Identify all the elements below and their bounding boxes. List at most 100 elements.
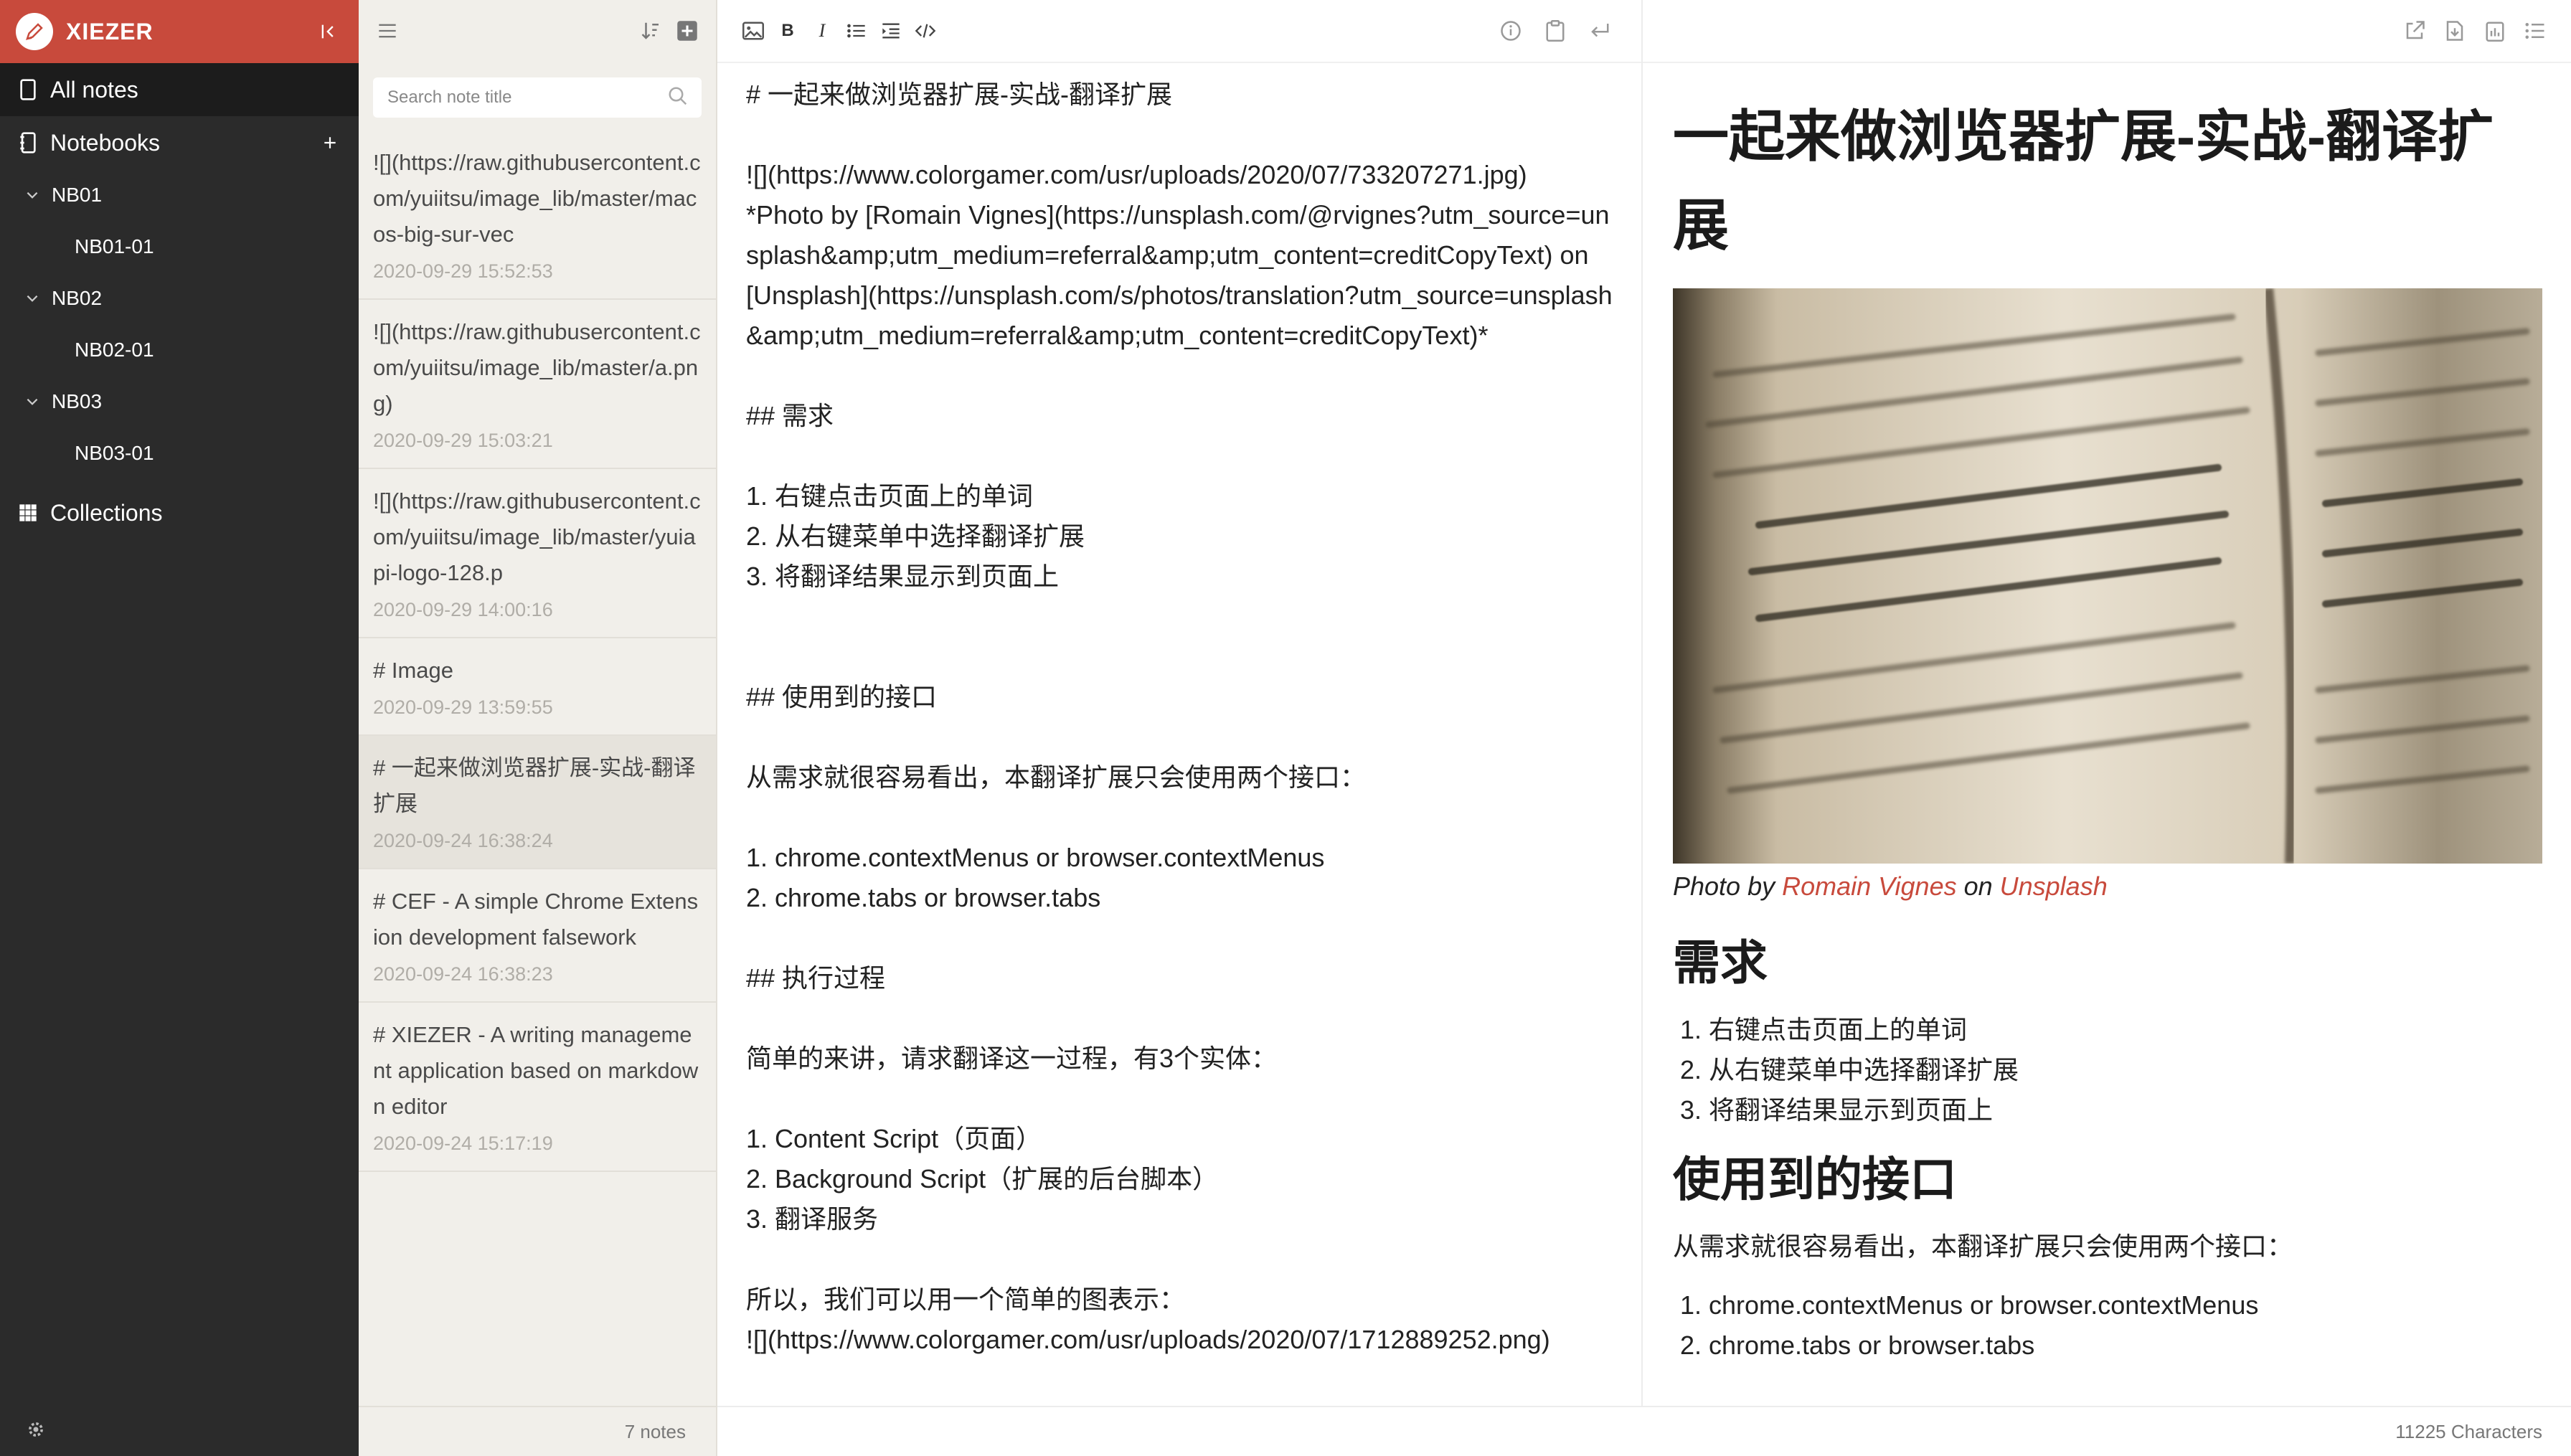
list-item[interactable]: ![](https://raw.githubusercontent.com/yu… (359, 300, 716, 469)
editor-line: 从需求就很容易看出，本翻译扩展只会使用两个接口： (746, 762, 1367, 792)
sort-icon[interactable] (637, 16, 666, 45)
editor-blank-line (746, 436, 1613, 476)
stats-icon[interactable] (2481, 16, 2509, 45)
editor-line: 3. 翻译服务 (746, 1204, 879, 1234)
editor-blank-line (746, 356, 1613, 396)
notebook-nb02[interactable]: NB02 (0, 273, 359, 324)
sidebar-item-notebooks[interactable]: Notebooks (0, 116, 359, 169)
note-title: ![](https://raw.githubusercontent.com/yu… (373, 150, 701, 247)
editor-line: 2. 从右键菜单中选择翻译扩展 (746, 521, 1085, 551)
notebook-nb01[interactable]: NB01 (0, 169, 359, 221)
preview-panel: 一起来做浏览器扩展-实战-翻译扩展 Photo by Romain Vignes… (1643, 0, 2571, 1456)
note-title: # XIEZER - A writing management applicat… (373, 1022, 699, 1119)
list-item: 右键点击页面上的单词 (1709, 1010, 2541, 1050)
caption-mid: on (1956, 871, 2000, 901)
notebook-label: NB03 (52, 390, 103, 412)
interfaces-list: chrome.contextMenus or browser.contextMe… (1673, 1285, 2541, 1366)
menu-icon[interactable] (373, 16, 402, 45)
indent-icon[interactable] (877, 16, 905, 45)
bold-icon[interactable]: B (773, 16, 802, 45)
note-list-panel: ![](https://raw.githubusercontent.com/yu… (359, 0, 717, 1456)
add-notebook-icon[interactable] (317, 130, 343, 156)
notebook-label: NB02-01 (75, 339, 154, 361)
list-item: chrome.contextMenus or browser.contextMe… (1709, 1285, 2541, 1325)
notebooks-label: Notebooks (50, 129, 160, 156)
return-icon[interactable] (1585, 16, 1614, 45)
italic-icon[interactable]: I (808, 16, 836, 45)
add-note-icon[interactable] (673, 16, 702, 45)
chevron-down-icon[interactable] (22, 184, 43, 206)
app-window: XIEZER All notes Notebooks NB01 NB01-01 … (0, 0, 2571, 1456)
list-item-selected[interactable]: # 一起来做浏览器扩展-实战-翻译扩展 2020-09-24 16:38:24 (359, 736, 716, 869)
code-icon[interactable] (911, 16, 940, 45)
chevron-down-icon[interactable] (22, 391, 43, 412)
image-icon[interactable] (739, 16, 768, 45)
heading-interfaces: 使用到的接口 (1673, 1153, 1957, 1206)
note-title: ![](https://raw.githubusercontent.com/yu… (373, 488, 701, 585)
notebook-nb02-01[interactable]: NB02-01 (0, 324, 359, 376)
pen-logo-icon (16, 13, 53, 50)
note-list-toolbar (359, 0, 716, 62)
notebook-icon (16, 131, 40, 155)
editor-blank-line (746, 918, 1613, 958)
bullet-list-icon[interactable] (842, 16, 871, 45)
list-item[interactable]: # Image 2020-09-29 13:59:55 (359, 638, 716, 736)
editor-blank-line (746, 717, 1613, 757)
editor-blank-line (746, 597, 1613, 637)
grid-icon (16, 501, 40, 525)
preview-content: 一起来做浏览器扩展-实战-翻译扩展 Photo by Romain Vignes… (1643, 63, 2571, 1366)
editor-line: 1. 右键点击页面上的单词 (746, 481, 1034, 511)
preview-title: 一起来做浏览器扩展-实战-翻译扩展 (1673, 105, 2494, 257)
sidebar: XIEZER All notes Notebooks NB01 NB01-01 … (0, 0, 359, 1456)
info-icon[interactable] (1496, 16, 1525, 45)
editor-blank-line (746, 1079, 1613, 1119)
editor-line: 2. Background Script（扩展的后台脚本） (746, 1164, 1219, 1193)
toc-icon[interactable] (2521, 16, 2549, 45)
note-title: # Image (373, 658, 454, 683)
interfaces-intro: 从需求就很容易看出，本翻译扩展只会使用两个接口： (1673, 1232, 2293, 1261)
editor-toolbar: B I (717, 0, 1641, 63)
list-item[interactable]: # XIEZER - A writing management applicat… (359, 1003, 716, 1172)
dictionary-photo (1673, 288, 2542, 864)
editor-line: ## 执行过程 (746, 963, 886, 993)
all-notes-label: All notes (50, 76, 138, 103)
notebook-nb01-01[interactable]: NB01-01 (0, 221, 359, 273)
markdown-editor-panel: B I # 一起来做浏览器扩展-实战-翻译扩展 ![](https://www.c (717, 0, 1643, 1456)
list-item[interactable]: ![](https://raw.githubusercontent.com/yu… (359, 131, 716, 300)
requirements-list: 右键点击页面上的单词 从右键菜单中选择翻译扩展 将翻译结果显示到页面上 (1673, 1010, 2541, 1130)
sidebar-footer (0, 1406, 359, 1456)
search-icon[interactable] (667, 85, 689, 110)
chevron-down-icon[interactable] (22, 288, 43, 309)
editor-line: ## 需求 (746, 401, 834, 430)
gear-icon[interactable] (26, 1419, 46, 1443)
editor-line: ![](https://www.colorgamer.com/usr/uploa… (746, 160, 1527, 189)
caption-author-link[interactable]: Romain Vignes (1782, 871, 1956, 901)
list-item[interactable]: # CEF - A simple Chrome Extension develo… (359, 869, 716, 1003)
markdown-text-area[interactable]: # 一起来做浏览器扩展-实战-翻译扩展 ![](https://www.color… (717, 63, 1641, 1360)
status-bar: 11225 Characters (717, 1406, 2571, 1456)
note-title: # CEF - A simple Chrome Extension develo… (373, 889, 699, 950)
caption-site-link[interactable]: Unsplash (2000, 871, 2108, 901)
list-item: 将翻译结果显示到页面上 (1709, 1090, 2541, 1130)
list-item: 从右键菜单中选择翻译扩展 (1709, 1050, 2541, 1090)
sidebar-item-all-notes[interactable]: All notes (0, 63, 359, 116)
note-list: ![](https://raw.githubusercontent.com/yu… (359, 131, 716, 1172)
notebook-nb03-01[interactable]: NB03-01 (0, 427, 359, 479)
note-count: 7 notes (359, 1406, 716, 1456)
collapse-sidebar-icon[interactable] (314, 17, 343, 46)
external-link-icon[interactable] (2400, 16, 2429, 45)
notebook-label: NB01 (52, 184, 103, 206)
editor-blank-line (746, 798, 1613, 838)
collections-label: Collections (50, 499, 163, 526)
editor-line: 1. chrome.contextMenus or browser.contex… (746, 843, 1325, 872)
download-icon[interactable] (2440, 16, 2469, 45)
sidebar-item-collections[interactable]: Collections (0, 486, 359, 539)
clipboard-icon[interactable] (1541, 16, 1570, 45)
editor-blank-line (746, 998, 1613, 1039)
search-input[interactable] (386, 87, 667, 108)
search-box (373, 77, 702, 118)
heading-requirements: 需求 (1673, 936, 1768, 989)
list-item[interactable]: ![](https://raw.githubusercontent.com/yu… (359, 469, 716, 638)
editor-line: # 一起来做浏览器扩展-实战-翻译扩展 (746, 80, 1173, 109)
notebook-nb03[interactable]: NB03 (0, 376, 359, 427)
